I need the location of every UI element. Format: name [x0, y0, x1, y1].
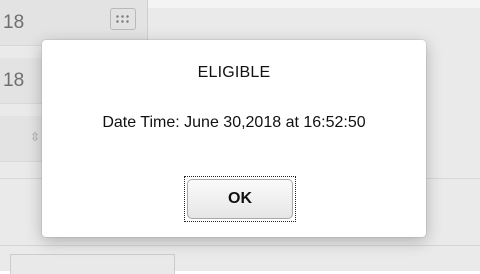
date-field-2-value: 18 — [3, 70, 25, 91]
bottom-tab[interactable] — [10, 254, 175, 274]
alert-dialog: ELIGIBLE Date Time: June 30,2018 at 16:5… — [42, 40, 426, 237]
calendar-icon — [115, 14, 131, 24]
date-field-1-value: 18 — [3, 12, 25, 33]
ok-button-label: OK — [187, 179, 293, 219]
dialog-title: ELIGIBLE — [197, 64, 271, 81]
calendar-button[interactable] — [110, 8, 136, 30]
bottom-divider — [0, 245, 480, 246]
stepper-icon: ⇳ — [30, 130, 41, 144]
ok-button[interactable]: OK — [184, 176, 296, 222]
dialog-message: Date Time: June 30,2018 at 16:52:50 — [102, 114, 366, 131]
